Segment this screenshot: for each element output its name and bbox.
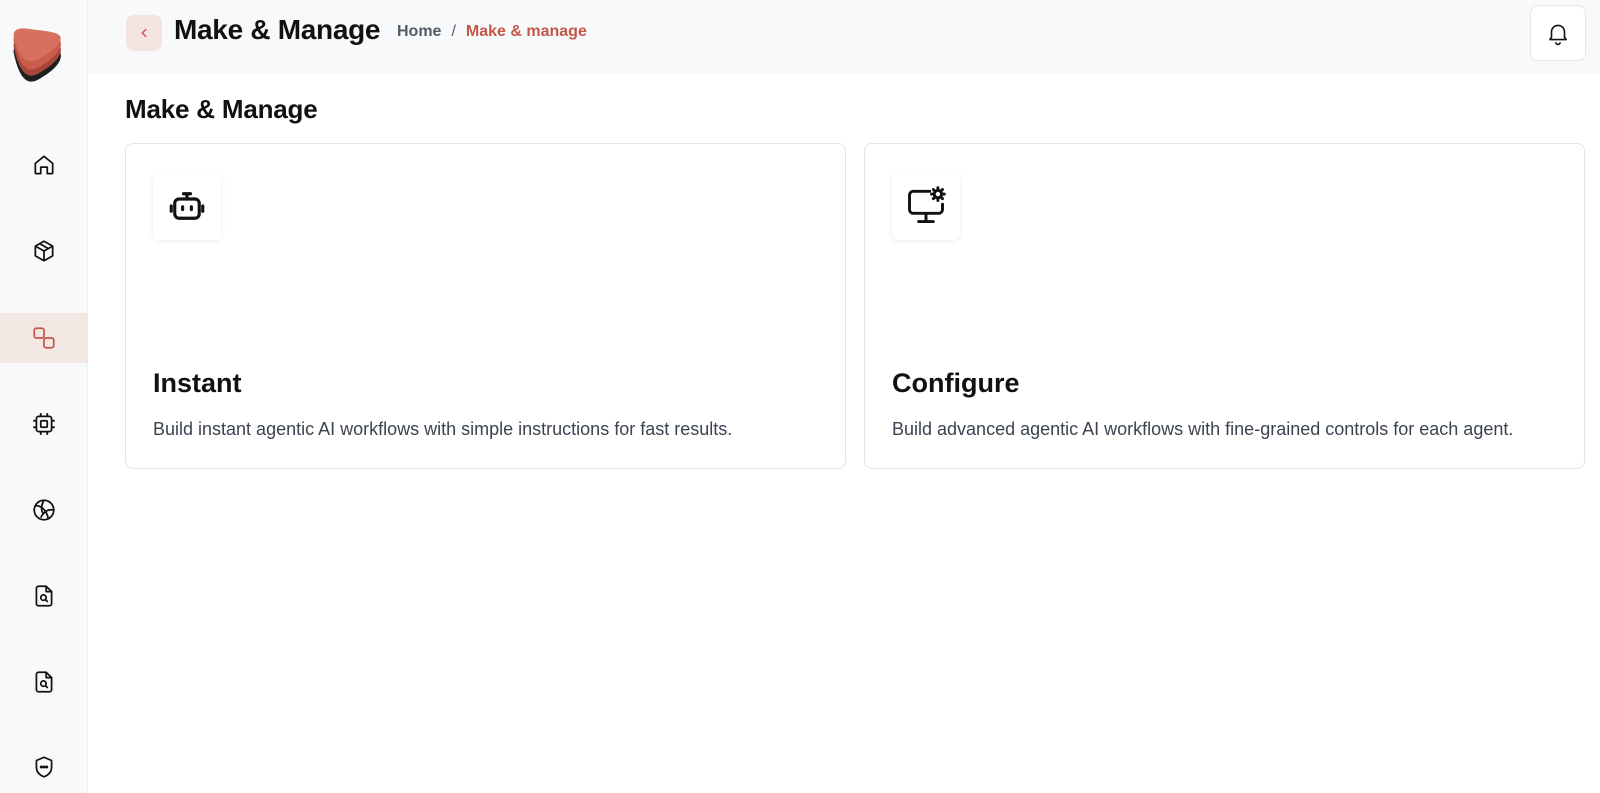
back-button[interactable] [126,15,162,51]
shield-icon [35,756,53,778]
sidebar-item-make-manage[interactable] [0,313,88,363]
robot-icon [169,192,205,220]
breadcrumb-home[interactable]: Home [397,23,441,41]
file-search-icon [35,585,53,607]
chip-icon [33,413,55,435]
sidebar-item-home[interactable] [0,140,88,190]
page-title: Make & Manage [125,94,318,124]
sidebar [0,0,88,793]
monitor-gear-icon [908,186,946,224]
card-title: Instant [153,368,242,398]
home-icon [34,155,54,175]
bell-icon [1549,24,1567,46]
breadcrumb-current: Make & manage [465,23,587,40]
card-icon-box [153,172,221,240]
sidebar-item-cube[interactable] [0,226,88,276]
breadcrumb-separator: / [451,23,456,40]
cube-icon [34,240,54,262]
sidebar-item-ball[interactable] [0,485,88,535]
configure-card[interactable]: Configure Build advanced agentic AI work… [864,143,1585,469]
top-header: Make & Manage Home / Make & manage [88,0,1600,74]
notifications-button[interactable] [1530,5,1586,61]
card-description: Build instant agentic AI workflows with … [153,419,733,439]
make-manage-icon [33,327,55,349]
app-logo[interactable] [8,28,68,88]
card-description: Build advanced agentic AI workflows with… [892,419,1514,439]
chevron-left-icon [141,28,147,38]
sidebar-item-file-search-2[interactable] [0,657,88,707]
ball-icon [33,499,55,521]
card-icon-box [892,172,960,240]
file-search-icon [35,671,53,693]
header-title: Make & Manage [174,14,381,45]
instant-card[interactable]: Instant Build instant agentic AI workflo… [125,143,846,469]
card-title: Configure [892,368,1020,398]
breadcrumb: Home / Make & manage [397,23,587,41]
sidebar-item-chip[interactable] [0,399,88,449]
sidebar-item-file-search-1[interactable] [0,571,88,621]
sidebar-item-shield[interactable] [0,742,88,792]
